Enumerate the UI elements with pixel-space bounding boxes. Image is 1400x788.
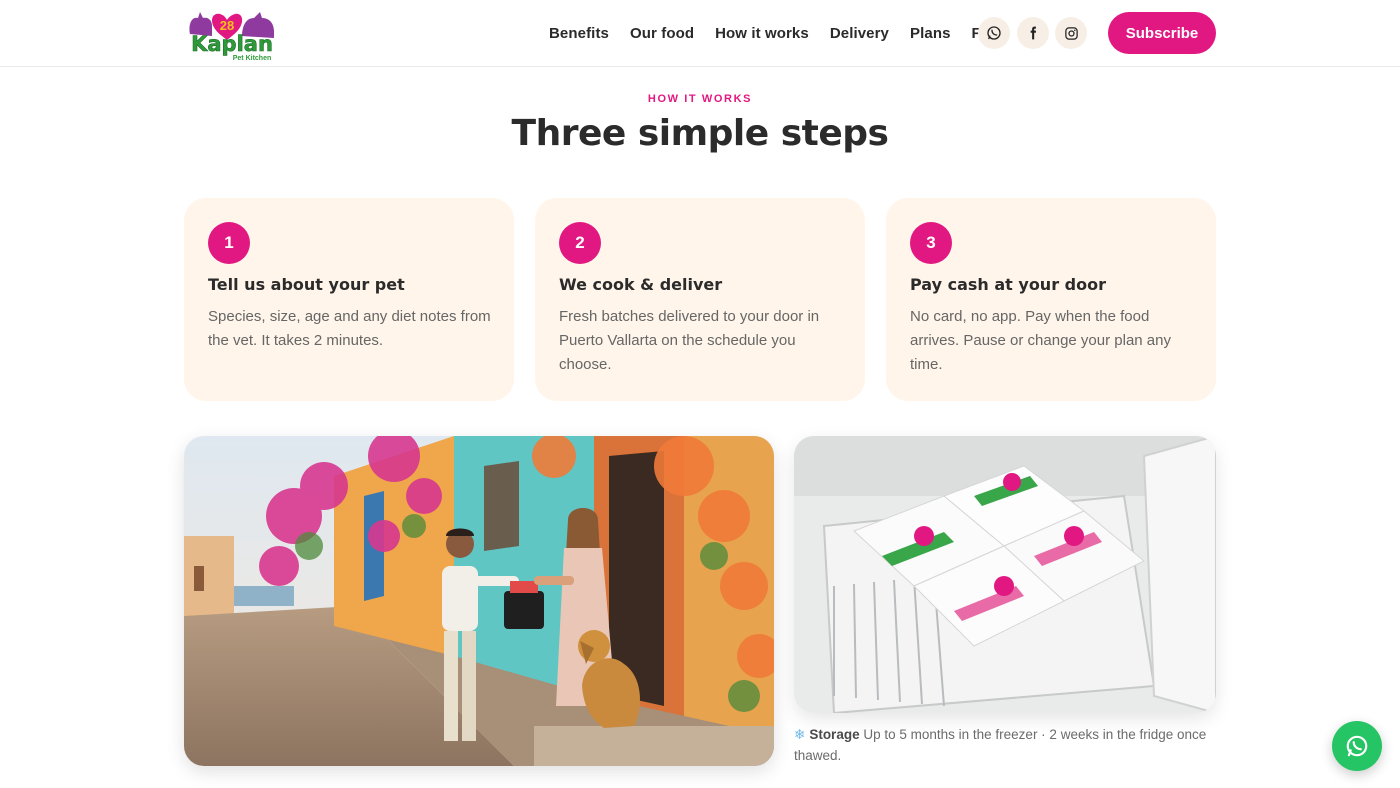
nav-our-food[interactable]: Our food [630,25,694,42]
step-description: Species, size, age and any diet notes fr… [208,308,491,349]
svg-text:28: 28 [220,18,234,33]
delivery-photo [184,436,774,766]
step-number: 2 [559,222,601,264]
nav-how-it-works[interactable]: How it works [715,25,809,42]
instagram-icon[interactable] [1055,17,1087,49]
facebook-icon[interactable] [1017,17,1049,49]
section-title: Three simple steps [511,113,889,154]
step-card-2: 2 We cook & deliver Fresh batches delive… [535,198,865,401]
subscribe-button[interactable]: Subscribe [1108,12,1216,54]
svg-text:Pet Kitchen: Pet Kitchen [233,55,272,62]
step-title: We cook & deliver [559,275,723,294]
step-title: Tell us about your pet [208,275,405,294]
svg-text:Kaplan: Kaplan [191,32,273,56]
snowflake-icon: ❄ [794,727,806,742]
step-card-1: 1 Tell us about your pet Species, size, … [184,198,514,401]
whatsapp-icon [1346,735,1368,757]
storage-note: ❄ Storage Up to 5 months in the freezer ·… [794,724,1214,766]
step-title: Pay cash at your door [910,275,1106,294]
step-card-3: 3 Pay cash at your door No card, no app.… [886,198,1216,401]
step-number: 1 [208,222,250,264]
site-header: 28 Kaplan Pet Kitchen Benefits Our food … [0,0,1400,67]
kaplan-logo[interactable]: 28 Kaplan Pet Kitchen [186,6,278,62]
main-nav: Benefits Our food How it works Delivery … [549,0,1024,66]
whatsapp-chat-button[interactable] [1332,721,1382,771]
step-number: 3 [910,222,952,264]
nav-plans[interactable]: Plans [910,25,951,42]
nav-benefits[interactable]: Benefits [549,25,609,42]
step-description: No card, no app. Pay when the food arriv… [910,308,1171,373]
freezer-photo [794,436,1216,713]
step-description: Fresh batches delivered to your door in … [559,308,820,373]
section-eyebrow: HOW IT WORKS [647,93,753,105]
nav-delivery[interactable]: Delivery [830,25,889,42]
storage-label: Storage [809,727,860,742]
whatsapp-icon[interactable] [978,17,1010,49]
